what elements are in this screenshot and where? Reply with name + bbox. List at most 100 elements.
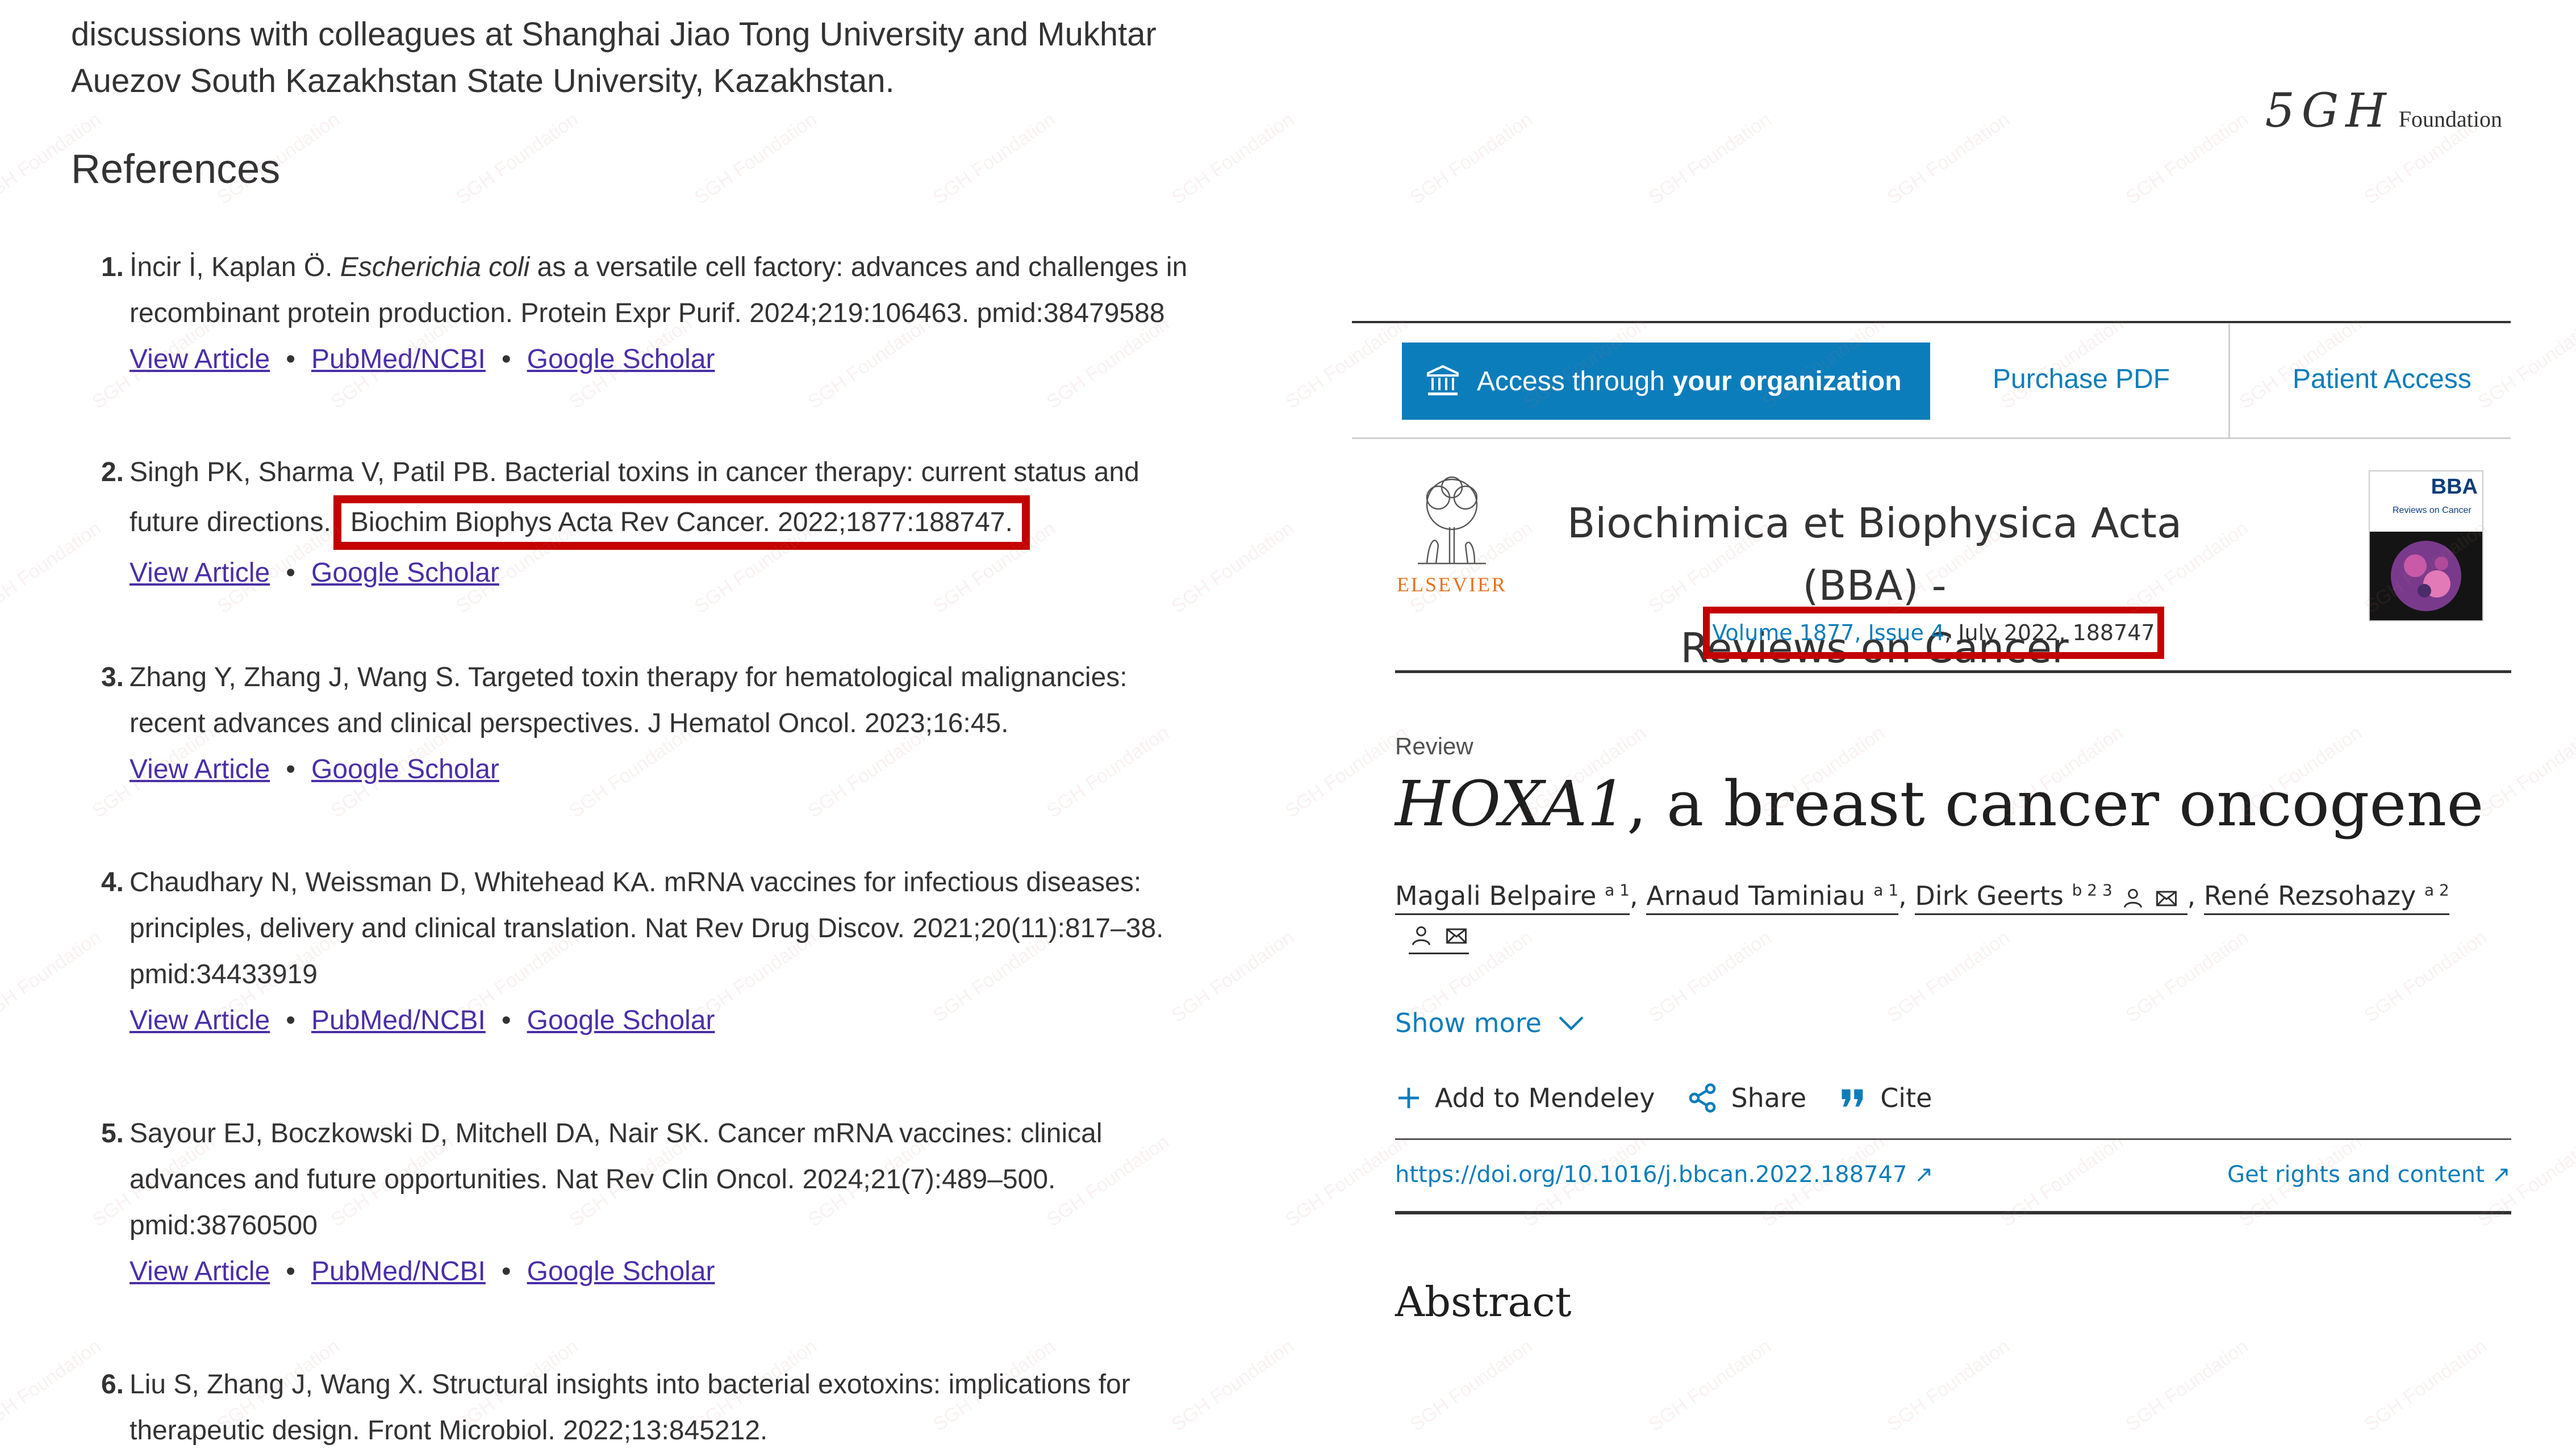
divider	[1352, 437, 2511, 439]
author-link[interactable]: René Rezsohazy a 2	[2203, 880, 2449, 915]
reference-links: View Article • PubMed/NCBI • Google Scholar	[130, 1248, 1254, 1295]
reference-list-panel: discussions with colleagues at Shanghai …	[0, 0, 1329, 1449]
reference-text: Chaudhary N, Weissman D, Whitehead KA. m…	[130, 867, 1142, 897]
mail-icon	[1446, 928, 1467, 944]
reference-links: View Article • PubMed/NCBI • Google Scholar	[130, 997, 1254, 1043]
view-article-link[interactable]: View Article	[130, 1256, 270, 1287]
reference-authors: İncir İ, Kaplan Ö.	[130, 252, 340, 282]
google-scholar-link[interactable]: Google Scholar	[527, 1256, 715, 1287]
reference-text: principles, delivery and clinical transl…	[130, 913, 1164, 943]
rights-text: Get rights and content	[2227, 1162, 2485, 1188]
reference-links: View Article • PubMed/NCBI • Google Scholar	[130, 336, 1254, 382]
view-article-link[interactable]: View Article	[130, 754, 270, 784]
reference-text: Sayour EJ, Boczkowski D, Mitchell DA, Na…	[130, 1118, 1103, 1149]
external-link-icon: ↗	[1914, 1162, 1934, 1188]
get-rights-link[interactable]: Get rights and content ↗	[2227, 1162, 2511, 1188]
acknowledgement-text: discussions with colleagues at Shanghai …	[71, 11, 1264, 105]
reference-text: future directions. Biochim Biophys Acta R…	[130, 495, 1254, 550]
separator: •	[286, 344, 296, 374]
reference-text: recombinant protein production. Protein …	[130, 298, 1165, 328]
publisher-name: ELSEVIER	[1397, 573, 1507, 596]
mail-icon	[2156, 891, 2177, 906]
chevron-down-icon	[1559, 1016, 1584, 1031]
author-affiliation: b 2 3	[2072, 880, 2112, 900]
institution-icon	[1427, 365, 1459, 395]
quote-icon	[1842, 1089, 1863, 1107]
reference-number: 6.	[101, 1369, 124, 1400]
logo-mark: 5GH	[2265, 84, 2393, 138]
article-title-gene: HOXA1	[1395, 767, 1627, 840]
logo-word: Foundation	[2398, 106, 2502, 132]
author-name: René Rezsohazy	[2203, 880, 2416, 911]
access-through-organization-button[interactable]: Access through your organization	[1402, 343, 1930, 420]
reference-text: recent advances and clinical perspective…	[130, 708, 1009, 738]
cover-artwork	[2370, 532, 2482, 620]
reference-text: Liu S, Zhang J, Wang X. Structural insig…	[130, 1369, 1130, 1400]
article-title-rest: , a breast cancer oncogene	[1627, 767, 2484, 840]
reference-item: 1. İncir İ, Kaplan Ö. Escherichia coli a…	[101, 244, 1254, 382]
google-scholar-link[interactable]: Google Scholar	[311, 754, 499, 784]
patient-access-link[interactable]: Patient Access	[2293, 364, 2471, 395]
journal-article-panel: 5GH Foundation Access through your organ…	[1352, 0, 2576, 1449]
purchase-pdf-link[interactable]: Purchase PDF	[1993, 364, 2170, 395]
journal-cover-image[interactable]: BBA Reviews on Cancer	[2369, 470, 2483, 621]
share-label: Share	[1731, 1083, 1807, 1113]
author-link[interactable]: Dirk Geerts b 2 3	[1915, 880, 2187, 915]
author-name: Arnaud Taminiau	[1646, 880, 1865, 911]
person-icon	[2124, 888, 2143, 908]
author-affiliation: a 1	[1873, 880, 1899, 900]
google-scholar-link[interactable]: Google Scholar	[527, 1005, 715, 1035]
separator: •	[286, 754, 296, 784]
reference-item: 3. Zhang Y, Zhang J, Wang S. Targeted to…	[101, 654, 1254, 792]
author-list: Magali Belpaire a 1, Arnaud Taminiau a 1…	[1395, 880, 2449, 915]
divider	[1352, 321, 2511, 323]
cite-label: Cite	[1880, 1083, 1932, 1113]
author-link[interactable]: Arnaud Taminiau a 1	[1646, 880, 1899, 915]
doi-link[interactable]: https://doi.org/10.1016/j.bbcan.2022.188…	[1395, 1162, 1934, 1188]
author-name: Dirk Geerts	[1915, 880, 2064, 911]
add-to-mendeley-button[interactable]: Add to Mendeley	[1395, 1083, 1655, 1113]
access-label: Access through	[1477, 366, 1665, 396]
view-article-link[interactable]: View Article	[130, 558, 270, 588]
reference-species: Escherichia coli	[340, 252, 530, 282]
share-icon	[1689, 1083, 1716, 1113]
separator: •	[501, 1256, 511, 1287]
plus-icon	[1398, 1088, 1419, 1108]
view-article-link[interactable]: View Article	[130, 1005, 270, 1035]
add-to-mendeley-label: Add to Mendeley	[1435, 1083, 1655, 1113]
references-heading: References	[71, 147, 281, 192]
access-label-bold: your organization	[1672, 366, 1902, 396]
reference-item: 5. Sayour EJ, Boczkowski D, Mitchell DA,…	[101, 1110, 1254, 1295]
reference-text: İncir İ, Kaplan Ö. Escherichia coli as a…	[130, 244, 1254, 290]
separator: •	[501, 344, 511, 374]
cite-button[interactable]: Cite	[1838, 1083, 1932, 1113]
view-article-link[interactable]: View Article	[130, 344, 270, 374]
pubmed-link[interactable]: PubMed/NCBI	[311, 1005, 486, 1035]
google-scholar-link[interactable]: Google Scholar	[311, 558, 499, 588]
pubmed-link[interactable]: PubMed/NCBI	[311, 1256, 486, 1287]
pubmed-link[interactable]: PubMed/NCBI	[311, 344, 486, 374]
reference-text: advances and future opportunities. Nat R…	[130, 1164, 1056, 1195]
separator: •	[286, 1256, 296, 1287]
cover-title: BBA	[2431, 475, 2478, 499]
article-title: HOXA1, a breast cancer oncogene	[1395, 764, 2483, 843]
volume-issue-link[interactable]: Volume 1877, Issue 4	[1712, 620, 1944, 645]
divider	[2228, 324, 2230, 437]
reference-text: Zhang Y, Zhang J, Wang S. Targeted toxin…	[130, 662, 1128, 692]
author-contact-icons[interactable]	[1409, 923, 1469, 954]
reference-item: 2. Singh PK, Sharma V, Patil PB. Bacteri…	[101, 449, 1254, 596]
person-icon	[1412, 926, 1431, 946]
highlighted-citation: Biochim Biophys Acta Rev Cancer. 2022;18…	[333, 495, 1030, 550]
elsevier-logo[interactable]: ELSEVIER	[1395, 470, 1509, 596]
cover-subtitle: Reviews on Cancer	[2393, 506, 2471, 515]
divider	[1395, 1138, 2511, 1140]
author-link[interactable]: Magali Belpaire a 1	[1395, 880, 1630, 915]
google-scholar-link[interactable]: Google Scholar	[527, 344, 715, 374]
abstract-heading: Abstract	[1395, 1278, 1572, 1326]
separator: •	[286, 1005, 296, 1035]
show-more-button[interactable]: Show more	[1395, 1008, 1585, 1038]
journal-title-line: Biochimica et Biophysica Acta (BBA) -	[1567, 499, 2182, 609]
separator: •	[501, 1005, 511, 1035]
author-name: Magali Belpaire	[1395, 880, 1597, 911]
share-button[interactable]: Share	[1686, 1082, 1806, 1114]
